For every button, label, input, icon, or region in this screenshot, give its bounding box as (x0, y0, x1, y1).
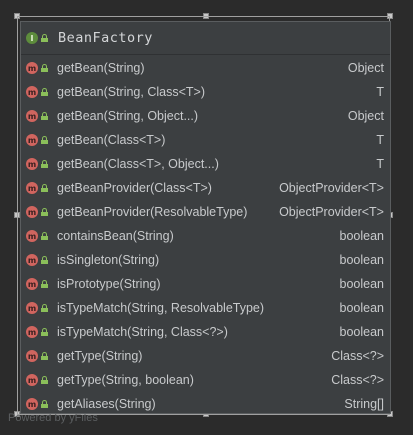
method-row[interactable]: m getBean(String) Object (21, 56, 390, 80)
method-return-type: boolean (339, 277, 385, 291)
public-lock-icon (41, 208, 48, 216)
method-icon: m (26, 326, 38, 338)
method-icon: m (26, 302, 38, 314)
method-signature: getBean(String) (57, 61, 145, 75)
public-lock-icon (41, 64, 48, 72)
public-lock-icon (41, 88, 48, 96)
method-icon: m (26, 86, 38, 98)
method-signature: isPrototype(String) (57, 277, 161, 291)
method-row[interactable]: m getBean(String, Object...) Object (21, 104, 390, 128)
method-list: m getBean(String) Object m getBean(String, C… (21, 55, 390, 416)
method-icon: m (26, 206, 38, 218)
public-lock-icon (41, 184, 48, 192)
method-row[interactable]: m getBean(Class<T>, Object...) T (21, 152, 390, 176)
method-icon: m (26, 158, 38, 170)
method-row[interactable]: m containsBean(String) boolean (21, 224, 390, 248)
public-lock-icon (41, 328, 48, 336)
method-row[interactable]: m getBean(Class<T>) T (21, 128, 390, 152)
method-signature: getBeanProvider(ResolvableType) (57, 205, 248, 219)
method-icon: m (26, 350, 38, 362)
method-signature: getType(String) (57, 349, 143, 363)
method-row[interactable]: m getBeanProvider(Class<T>) ObjectProvider… (21, 176, 390, 200)
method-icon: m (26, 374, 38, 386)
public-lock-icon (41, 304, 48, 312)
method-return-type: Class<?> (331, 349, 384, 363)
method-signature: getBean(Class<T>) (57, 133, 166, 147)
method-icon: m (26, 62, 38, 74)
interface-icon: I (26, 32, 38, 44)
public-lock-icon (41, 376, 48, 384)
public-lock-icon (41, 34, 48, 42)
method-signature: isSingleton(String) (57, 253, 160, 267)
method-row[interactable]: m isSingleton(String) boolean (21, 248, 390, 272)
method-return-type: boolean (339, 325, 385, 339)
method-return-type: Object (347, 109, 384, 123)
uml-node-header: I BeanFactory (21, 22, 390, 55)
method-icon: m (26, 110, 38, 122)
method-icon: m (26, 182, 38, 194)
public-lock-icon (41, 136, 48, 144)
interface-title: BeanFactory (58, 30, 153, 46)
method-return-type: boolean (339, 253, 385, 267)
public-lock-icon (41, 112, 48, 120)
method-row[interactable]: m getBean(String, Class<T>) T (21, 80, 390, 104)
method-signature: containsBean(String) (57, 229, 174, 243)
method-return-type: ObjectProvider<T> (279, 205, 384, 219)
method-signature: getType(String, boolean) (57, 373, 194, 387)
method-signature: getBean(String, Class<T>) (57, 85, 205, 99)
method-row[interactable]: m isTypeMatch(String, ResolvableType) bool… (21, 296, 390, 320)
public-lock-icon (41, 352, 48, 360)
method-return-type: String[] (344, 397, 384, 411)
method-icon: m (26, 230, 38, 242)
method-return-type: boolean (339, 301, 385, 315)
method-return-type: Class<?> (331, 373, 384, 387)
uml-interface-node[interactable]: I BeanFactory m getBean(String) Object m get… (20, 21, 391, 414)
method-row[interactable]: m isPrototype(String) boolean (21, 272, 390, 296)
method-return-type: T (376, 133, 384, 147)
method-row[interactable]: m isTypeMatch(String, Class<?>) boolean (21, 320, 390, 344)
public-lock-icon (41, 400, 48, 408)
method-row[interactable]: m getType(String) Class<?> (21, 344, 390, 368)
method-row[interactable]: m getType(String, boolean) Class<?> (21, 368, 390, 392)
method-return-type: ObjectProvider<T> (279, 181, 384, 195)
method-signature: getBeanProvider(Class<T>) (57, 181, 212, 195)
method-return-type: T (376, 157, 384, 171)
method-signature: isTypeMatch(String, ResolvableType) (57, 301, 265, 315)
public-lock-icon (41, 256, 48, 264)
public-lock-icon (41, 232, 48, 240)
public-lock-icon (41, 160, 48, 168)
method-signature: isTypeMatch(String, Class<?>) (57, 325, 228, 339)
method-icon: m (26, 398, 38, 410)
method-return-type: T (376, 85, 384, 99)
method-signature: getBean(Class<T>, Object...) (57, 157, 219, 171)
method-row[interactable]: m getBeanProvider(ResolvableType) ObjectPr… (21, 200, 390, 224)
method-signature: getAliases(String) (57, 397, 156, 411)
public-lock-icon (41, 280, 48, 288)
method-return-type: Object (347, 61, 384, 75)
method-icon: m (26, 278, 38, 290)
method-signature: getBean(String, Object...) (57, 109, 199, 123)
method-icon: m (26, 134, 38, 146)
watermark-text: Powered by yFiles (8, 412, 98, 424)
method-return-type: boolean (339, 229, 385, 243)
method-icon: m (26, 254, 38, 266)
